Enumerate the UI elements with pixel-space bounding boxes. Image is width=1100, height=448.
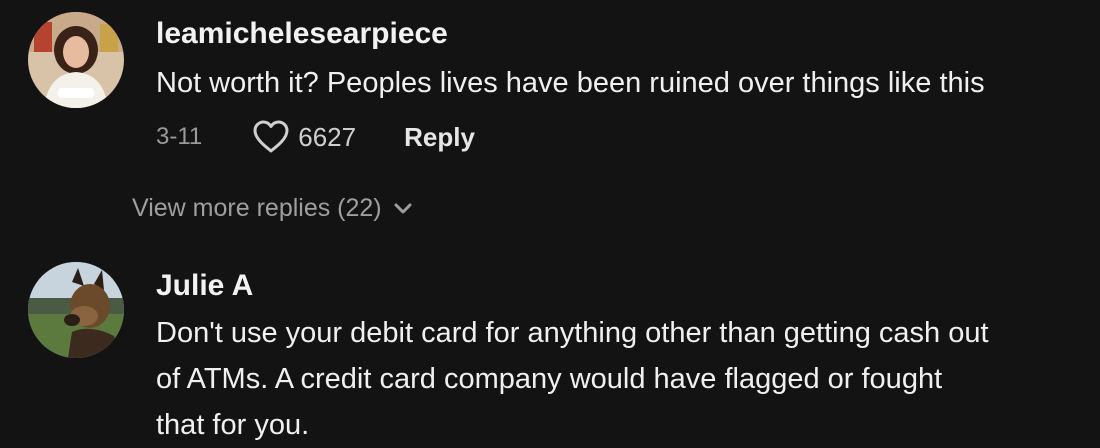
comment-text: Not worth it? Peoples lives have been ru… bbox=[156, 60, 985, 106]
avatar[interactable] bbox=[28, 12, 124, 108]
view-more-replies-label: View more replies (22) bbox=[132, 194, 382, 222]
avatar[interactable] bbox=[28, 262, 124, 358]
view-more-replies-button[interactable]: View more replies (22) bbox=[132, 194, 412, 223]
heart-icon bbox=[253, 120, 289, 153]
comment-text-line: that for you. bbox=[156, 409, 310, 441]
comment-text-line: Don't use your debit card for anything o… bbox=[156, 317, 989, 349]
reply-button[interactable]: Reply bbox=[404, 122, 475, 153]
comment-meta: 3-11 6627 Reply bbox=[156, 120, 475, 154]
chevron-down-icon bbox=[394, 203, 412, 213]
like-button[interactable]: 6627 bbox=[252, 120, 356, 154]
comment-text-line: of ATMs. A credit card company would hav… bbox=[156, 363, 943, 395]
comment-date: 3-11 bbox=[156, 123, 203, 150]
comment-text: Don't use your debit card for anything o… bbox=[156, 310, 989, 448]
comment-username[interactable]: leamichelesearpiece bbox=[156, 17, 448, 51]
like-count: 6627 bbox=[298, 121, 357, 152]
comment-text-line: Not worth it? Peoples lives have been ru… bbox=[156, 67, 985, 99]
comment-username[interactable]: Julie A bbox=[156, 269, 253, 303]
user-avatar-dog-icon bbox=[28, 262, 124, 358]
user-avatar-woman-icon bbox=[28, 12, 124, 108]
